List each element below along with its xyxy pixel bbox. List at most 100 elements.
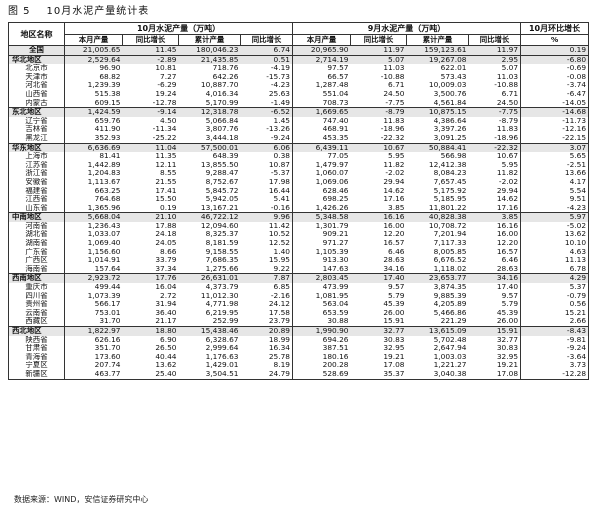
value-cell: 9.96	[240, 212, 293, 222]
value-cell: 8.19	[273, 361, 291, 370]
value-cell: 6.46	[501, 256, 519, 265]
value-cell: 15.91	[468, 325, 521, 336]
value-cell: 708.73	[292, 98, 351, 108]
value-cell: 6.71	[388, 81, 405, 90]
value-cell: 3.85	[388, 203, 405, 212]
value-cell: -12.16	[520, 125, 589, 134]
value-cell: 499.44	[64, 283, 123, 292]
value-cell: 3.85	[468, 212, 521, 222]
value-cell: 909.21	[292, 230, 351, 240]
value-cell: 1,239.39	[64, 81, 123, 90]
total-row: 全国 21,005.65 11.45 180,046.23 6.74 20,965.90 1…	[8, 45, 589, 56]
region-name-cell: 中南地区	[8, 212, 65, 222]
table-row: 重庆市 499.44 16.04 4,373.79 6.85 473.99 9.57 3,87…	[9, 283, 589, 292]
value-cell: -9.81	[520, 335, 589, 345]
table-row: 山东省 1,365.96 0.19 13,167.21 -0.16 1,426.26 3.8…	[9, 203, 589, 213]
value-cell: -2.51	[520, 160, 589, 170]
value-cell: 5.65	[520, 152, 589, 161]
value-cell: 21.10	[122, 212, 179, 222]
value-cell: 30.83	[496, 344, 519, 353]
table-row: 浙江省 1,204.83 8.55 9,288.47 -5.37 1,060.07 -2.0…	[9, 169, 589, 178]
value-cell: 3,091.25	[433, 133, 467, 142]
value-cell: 1,442.89	[64, 160, 123, 170]
value-cell: -2.16	[270, 291, 291, 300]
value-cell: 2,923.72	[64, 273, 123, 284]
value-cell: 698.25	[292, 195, 351, 204]
value-cell: 207.74	[64, 361, 123, 370]
value-cell: 34.16	[383, 264, 405, 273]
value-cell: 40.44	[155, 352, 177, 361]
value-cell: 453.35	[292, 133, 351, 144]
value-cell: 7.87	[240, 273, 293, 284]
value-cell: 17.08	[468, 369, 521, 380]
region-name-cell: 重庆市	[25, 283, 48, 292]
value-cell: 2,999.64	[205, 344, 239, 353]
value-cell: 31.70	[64, 317, 123, 327]
value-cell: -0.79	[520, 291, 589, 301]
value-cell: 23,653.77	[406, 273, 469, 284]
region-name-cell: 新疆区	[8, 369, 65, 380]
value-cell: 1,301.79	[292, 221, 351, 231]
value-cell: 11.83	[496, 125, 519, 134]
value-cell: 1,365.96	[64, 203, 123, 213]
region-name-cell: 山西省	[25, 89, 48, 98]
value-cell: 7,117.33	[433, 239, 467, 248]
subheader: 累计产量	[406, 34, 470, 46]
value-cell: -11.34	[152, 125, 177, 134]
value-cell: 11,012.30	[200, 291, 239, 300]
value-cell: 8,005.85	[433, 247, 467, 256]
value-cell: -11.73	[520, 116, 589, 126]
value-cell: 5,170.99	[205, 98, 239, 107]
table-row: 山西省 515.38 19.24 4,016.34 25.63 551.04 24.50 3,…	[9, 89, 589, 99]
value-cell: -10.88	[494, 81, 519, 90]
value-cell: 25.78	[268, 352, 291, 361]
value-cell: 173.60	[64, 352, 123, 362]
value-cell: 3,874.35	[433, 283, 467, 292]
value-cell: 11.82	[496, 169, 519, 178]
value-cell: 32.77	[496, 335, 519, 344]
region-name-cell: 西藏区	[25, 317, 48, 326]
value-cell: 1,221.27	[433, 361, 467, 370]
region-name-cell: 东北地区	[8, 107, 65, 117]
value-cell: -4.23	[270, 81, 291, 90]
value-cell: 32.77	[350, 325, 407, 336]
value-cell: 11.42	[268, 221, 291, 230]
value-cell: 6,636.69	[64, 142, 123, 153]
value-cell: 747.40	[292, 116, 351, 126]
value-cell: 0.56	[520, 300, 589, 309]
value-cell: -6.52	[240, 107, 293, 117]
value-cell: 15.50	[155, 195, 177, 204]
value-cell: 4,373.79	[205, 283, 239, 292]
value-cell: 7,657.45	[433, 177, 467, 186]
value-cell: 6.85	[273, 283, 291, 292]
value-cell: 12,094.60	[200, 221, 239, 230]
value-cell: 4.17	[520, 177, 589, 187]
value-cell: 3,397.26	[433, 125, 467, 134]
value-cell: 26.00	[383, 308, 405, 317]
value-cell: 528.69	[292, 369, 351, 380]
value-cell: 13.66	[520, 169, 589, 178]
value-cell: 17.16	[496, 203, 519, 212]
value-cell: 6.06	[240, 142, 293, 153]
value-cell: 35.37	[350, 369, 407, 380]
value-cell: 25.63	[268, 89, 291, 98]
table-row: 陕西省 626.16 6.90 6,328.67 18.99 694.26 30.83 5,7…	[9, 335, 589, 345]
value-cell: 463.77	[64, 369, 123, 380]
value-cell: 628.46	[292, 186, 351, 196]
value-cell: 57,500.01	[178, 142, 241, 153]
value-cell: 563.04	[292, 300, 351, 309]
value-cell: 5,175.92	[433, 186, 467, 195]
value-cell: 1,073.39	[64, 291, 123, 301]
table-row: 安徽省 1,113.67 21.55 8,752.67 17.98 1,069.06 29.…	[9, 177, 589, 187]
value-cell: 26,631.01	[178, 273, 241, 284]
value-cell: 45.39	[496, 308, 519, 317]
value-cell: 9.22	[273, 264, 291, 273]
value-cell: 66.57	[292, 72, 351, 82]
region-row: 华东地区 6,636.69 11.04 57,500.01 6.06 6,439.11 10…	[8, 142, 589, 153]
value-cell: -6.47	[520, 89, 589, 99]
value-cell: 33.79	[155, 256, 177, 265]
region-name-cell: 浙江省	[25, 169, 48, 178]
value-cell: 10,887.70	[200, 81, 239, 90]
value-cell: 4,205.89	[433, 300, 467, 309]
region-name-cell: 吉林省	[25, 125, 48, 134]
